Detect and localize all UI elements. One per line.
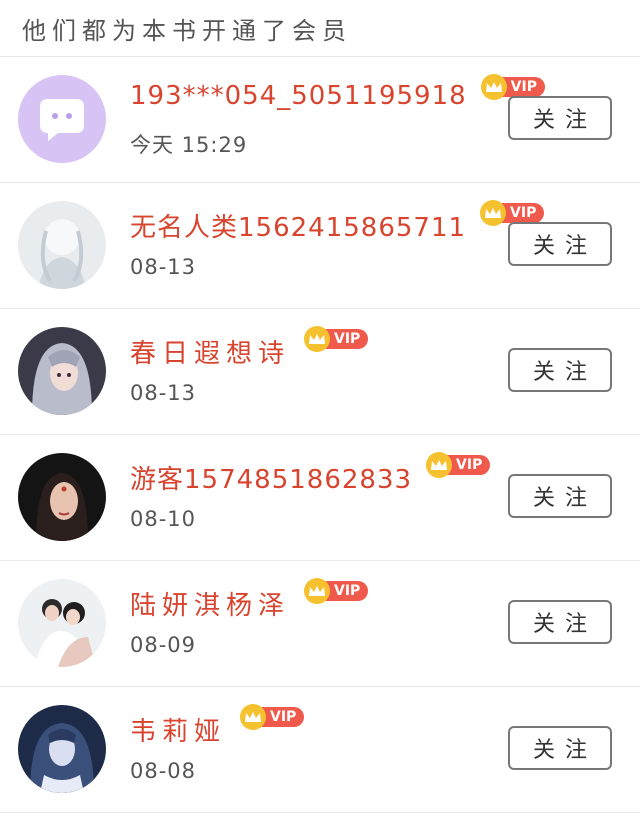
avatar[interactable] [18, 75, 106, 163]
vip-badge: VIP [240, 704, 305, 730]
member-time: 08-08 [130, 759, 197, 783]
avatar[interactable] [18, 327, 106, 415]
name-line: 193***054_5051195918 VIP [130, 74, 545, 111]
avatar[interactable] [18, 201, 106, 289]
page-header: 他们都为本书开通了会员 [0, 0, 640, 57]
chat-bubble-avatar-icon [18, 75, 106, 163]
crown-icon [304, 578, 331, 604]
avatar[interactable] [18, 705, 106, 793]
member-list: 193***054_5051195918 VIP 今天 15:29 关注 无名人… [0, 57, 640, 813]
list-item[interactable]: 陆妍淇杨泽 VIP 08-09 关注 [0, 561, 640, 687]
member-time: 08-09 [130, 633, 197, 657]
follow-button[interactable]: 关注 [508, 222, 612, 266]
white-hair-anime-avatar-icon [18, 201, 106, 289]
vip-badge: VIP [304, 578, 369, 604]
crown-icon [240, 704, 267, 730]
list-item[interactable]: 春日遐想诗 VIP 08-13 关注 [0, 309, 640, 435]
member-name[interactable]: 陆妍淇杨泽 [130, 585, 290, 622]
member-name[interactable]: 春日遐想诗 [130, 333, 290, 370]
member-name[interactable]: 韦莉娅 [130, 711, 226, 748]
name-line: 游客1574851862833 VIP [130, 452, 491, 496]
crown-icon [480, 74, 507, 100]
member-time: 08-13 [130, 255, 197, 279]
silver-hair-anime-avatar-icon [18, 327, 106, 415]
name-line: 陆妍淇杨泽 VIP [130, 578, 369, 622]
name-line: 春日遐想诗 VIP [130, 326, 369, 370]
list-item[interactable]: 游客1574851862833 VIP 08-10 关注 [0, 435, 640, 561]
list-item[interactable]: 无名人类1562415865711 VIP 08-13 关注 [0, 183, 640, 309]
couple-photo-avatar-icon [18, 579, 106, 667]
avatar[interactable] [18, 453, 106, 541]
member-time: 今天 15:29 [130, 133, 248, 157]
follow-button[interactable]: 关注 [508, 474, 612, 518]
name-line: 无名人类1562415865711 VIP [130, 200, 545, 244]
dark-portrait-avatar-icon [18, 453, 106, 541]
member-name[interactable]: 游客1574851862833 [130, 459, 412, 496]
avatar[interactable] [18, 579, 106, 667]
member-name[interactable]: 无名人类1562415865711 [130, 207, 466, 244]
crown-icon [426, 452, 453, 478]
list-item[interactable]: 193***054_5051195918 VIP 今天 15:29 关注 [0, 57, 640, 183]
vip-badge: VIP [426, 452, 491, 478]
blue-anime-avatar-icon [18, 705, 106, 793]
follow-button[interactable]: 关注 [508, 96, 612, 140]
page-title: 他们都为本书开通了会员 [22, 16, 352, 45]
crown-icon [480, 200, 507, 226]
member-name[interactable]: 193***054_5051195918 [130, 81, 467, 111]
vip-badge: VIP [304, 326, 369, 352]
follow-button[interactable]: 关注 [508, 348, 612, 392]
member-time: 08-13 [130, 381, 197, 405]
name-line: 韦莉娅 VIP [130, 704, 305, 748]
follow-button[interactable]: 关注 [508, 726, 612, 770]
member-time: 08-10 [130, 507, 197, 531]
crown-icon [304, 326, 331, 352]
list-item[interactable]: 韦莉娅 VIP 08-08 关注 [0, 687, 640, 813]
follow-button[interactable]: 关注 [508, 600, 612, 644]
